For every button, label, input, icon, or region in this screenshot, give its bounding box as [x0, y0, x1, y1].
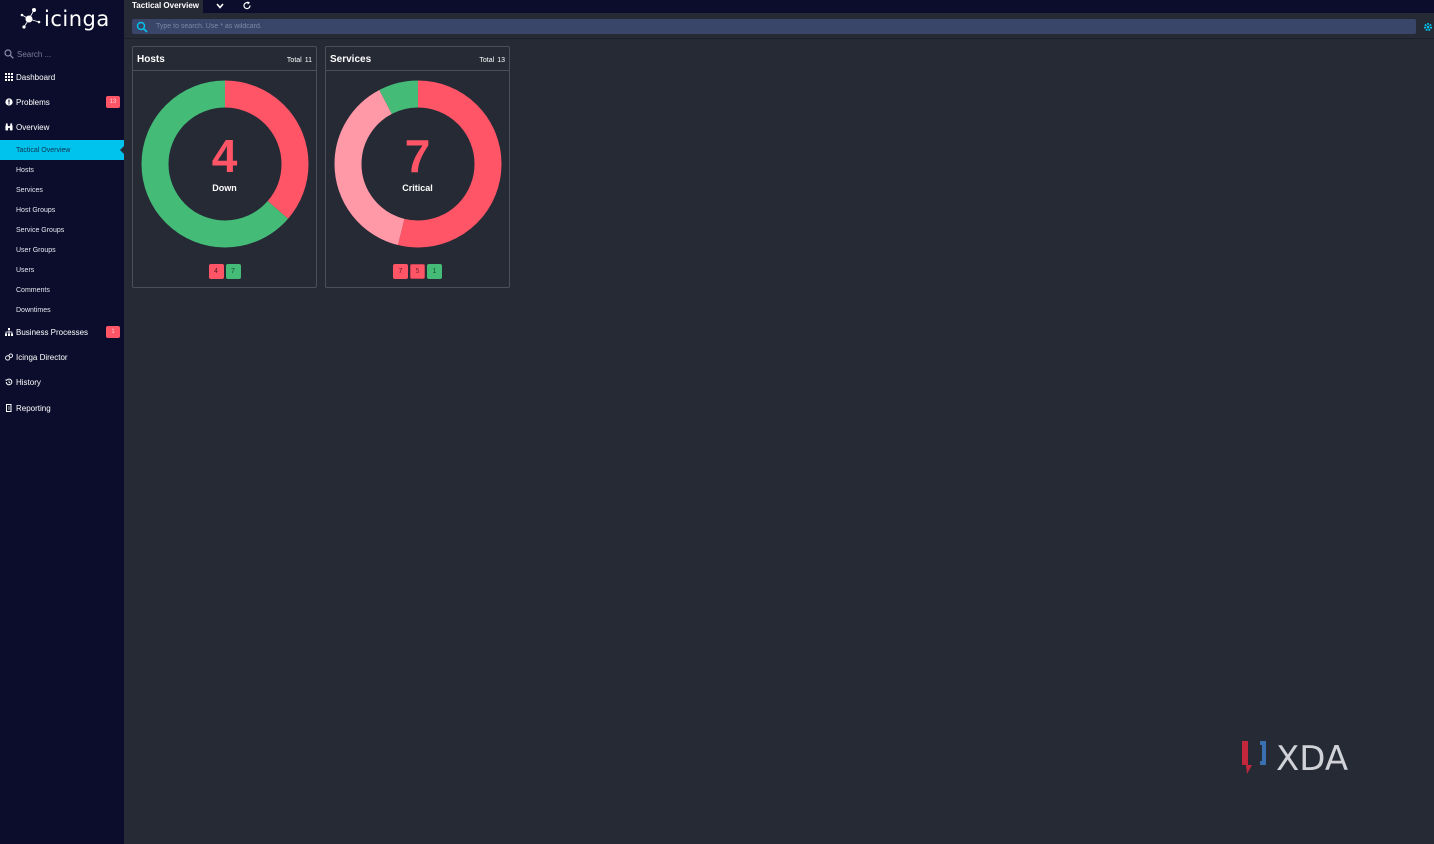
sitemap-icon: [5, 328, 13, 336]
binoculars-icon: [5, 123, 13, 131]
xda-watermark-logo: XDA: [1242, 739, 1348, 778]
services-card-title: Services: [330, 54, 372, 65]
icinga-logo[interactable]: icinga: [20, 4, 110, 34]
services-total-value: 13: [497, 57, 505, 64]
hosts-down-count[interactable]: 4: [133, 133, 316, 179]
services-card-header: Services Total 13: [326, 47, 509, 71]
services-critical-count[interactable]: 7: [326, 133, 509, 179]
search-bar[interactable]: [132, 19, 1416, 34]
subnav-item-tactical-overview[interactable]: Tactical Overview: [0, 140, 125, 160]
sidebar-item-label: Dashboard: [16, 72, 56, 82]
sidebar-item-label: Business Processes: [16, 327, 89, 337]
hosts-card-title: Hosts: [137, 54, 165, 65]
services-critical-badge[interactable]: 7: [393, 264, 408, 279]
subnav-item-users[interactable]: Users: [0, 260, 124, 280]
sidebar-item-icinga-director[interactable]: Icinga Director: [0, 346, 124, 368]
chevron-down-icon[interactable]: [214, 0, 226, 12]
problems-count-badge: 13: [106, 96, 120, 108]
sidebar-item-label: History: [16, 377, 41, 387]
icinga-logo-icon: [20, 8, 41, 29]
hosts-card-header: Hosts Total 11: [133, 47, 316, 71]
subnav-item-comments[interactable]: Comments: [0, 280, 124, 300]
overview-subnav: Tactical Overview Hosts Services Host Gr…: [0, 140, 125, 320]
services-state-badges: 7 5 1: [326, 264, 509, 279]
grid-icon: [5, 73, 13, 81]
search-input[interactable]: [156, 23, 1356, 30]
history-icon: [5, 378, 13, 386]
subnav-item-services[interactable]: Services: [0, 180, 124, 200]
director-icon: [5, 353, 13, 361]
business-processes-badge: 1: [106, 326, 120, 338]
sidebar-item-overview[interactable]: Overview: [0, 116, 124, 138]
tab-tactical-overview[interactable]: Tactical Overview: [124, 0, 203, 13]
sidebar-item-label: Overview: [16, 122, 50, 132]
services-total: Total 13: [476, 57, 505, 64]
services-critical-label: Critical: [402, 183, 433, 193]
hosts-up-badge[interactable]: 7: [225, 264, 241, 279]
hosts-total-label: Total: [286, 57, 302, 64]
sidebar-item-label: Problems: [16, 97, 50, 107]
sidebar-item-dashboard[interactable]: Dashboard: [0, 66, 124, 88]
sidebar-item-reporting[interactable]: Reporting: [0, 397, 124, 419]
alert-circle-icon: [5, 98, 13, 106]
sidebar-item-label: Reporting: [16, 403, 51, 413]
report-icon: [5, 404, 13, 412]
sidebar-item-history[interactable]: History: [0, 371, 124, 393]
gear-icon[interactable]: [1423, 22, 1433, 32]
subnav-item-service-groups[interactable]: Service Groups: [0, 220, 124, 240]
sidebar-item-problems[interactable]: Problems 13: [0, 91, 124, 113]
refresh-icon[interactable]: [241, 0, 253, 12]
search-icon: [136, 21, 148, 33]
sidebar-item-business-processes[interactable]: Business Processes 1: [0, 321, 124, 343]
sidebar-search[interactable]: [4, 46, 120, 62]
subnav-item-user-groups[interactable]: User Groups: [0, 240, 124, 260]
services-total-label: Total: [479, 57, 495, 64]
sidebar-search-input[interactable]: [17, 49, 117, 59]
hosts-down-label: Down: [212, 183, 237, 193]
services-ok-badge[interactable]: 1: [427, 264, 442, 279]
hosts-down-badge[interactable]: 4: [208, 264, 224, 279]
sidebar-item-label: Icinga Director: [16, 352, 68, 362]
subnav-item-downtimes[interactable]: Downtimes: [0, 300, 124, 320]
hosts-card[interactable]: Hosts Total 11 4 Down 4 7: [132, 46, 317, 288]
subnav-item-hosts[interactable]: Hosts: [0, 160, 124, 180]
hosts-state-badges: 4 7: [133, 264, 316, 279]
subnav-item-host-groups[interactable]: Host Groups: [0, 200, 124, 220]
watermark-text: XDA: [1276, 739, 1348, 778]
hosts-total-value: 11: [304, 57, 312, 64]
services-critical-handled-badge[interactable]: 5: [410, 264, 425, 279]
hosts-total: Total 11: [284, 57, 312, 64]
header-divider: [124, 38, 1434, 39]
sidebar: icinga Dashboard Problems 13 Overview Ta…: [0, 0, 125, 844]
services-card[interactable]: Services Total 13 7 Critical 7 5 1: [325, 46, 510, 288]
top-tab-bar: Tactical Overview: [124, 0, 1434, 13]
search-icon: [4, 49, 14, 59]
logo-text: icinga: [44, 7, 110, 31]
